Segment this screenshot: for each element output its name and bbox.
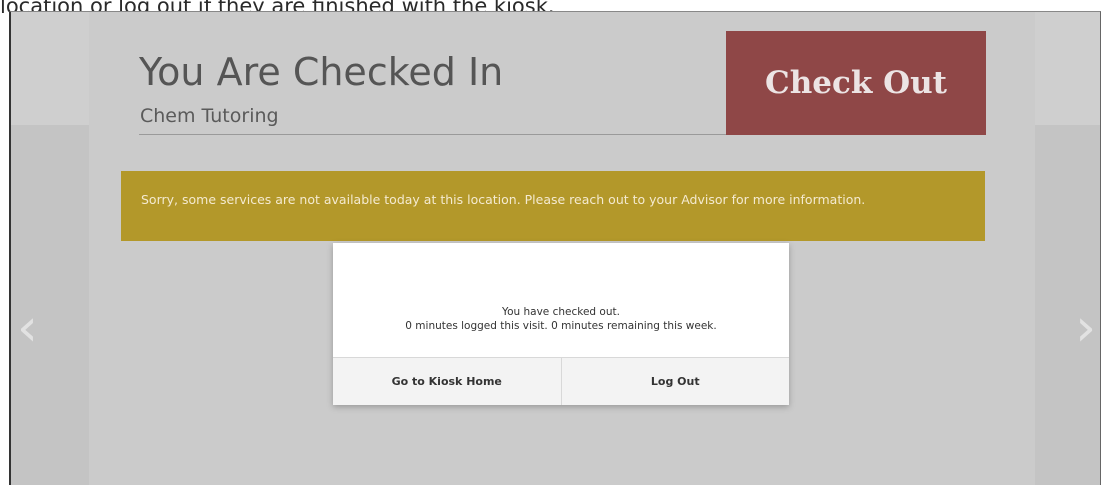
title-divider [139, 134, 729, 135]
chevron-right-icon[interactable]: › [1075, 302, 1096, 354]
checkout-confirmation-dialog: You have checked out. 0 minutes logged t… [333, 243, 789, 405]
dialog-message: You have checked out. 0 minutes logged t… [333, 305, 789, 333]
log-out-button[interactable]: Log Out [560, 358, 789, 405]
availability-alert: Sorry, some services are not available t… [121, 171, 985, 241]
main-content: You Are Checked In Chem Tutoring Check O… [89, 12, 1035, 485]
page-title: You Are Checked In [139, 50, 504, 94]
dialog-actions: Go to Kiosk Home Log Out [333, 357, 789, 405]
service-name: Chem Tutoring [140, 105, 279, 127]
kiosk-screen: ‹ › You Are Checked In Chem Tutoring Che… [9, 11, 1101, 485]
go-to-kiosk-home-button[interactable]: Go to Kiosk Home [333, 358, 561, 405]
chevron-left-icon[interactable]: ‹ [17, 302, 38, 354]
alert-message: Sorry, some services are not available t… [141, 192, 866, 207]
check-out-button[interactable]: Check Out [726, 31, 986, 135]
dialog-line-checked-out: You have checked out. [502, 306, 620, 318]
dialog-line-minutes: 0 minutes logged this visit. 0 minutes r… [405, 320, 717, 332]
